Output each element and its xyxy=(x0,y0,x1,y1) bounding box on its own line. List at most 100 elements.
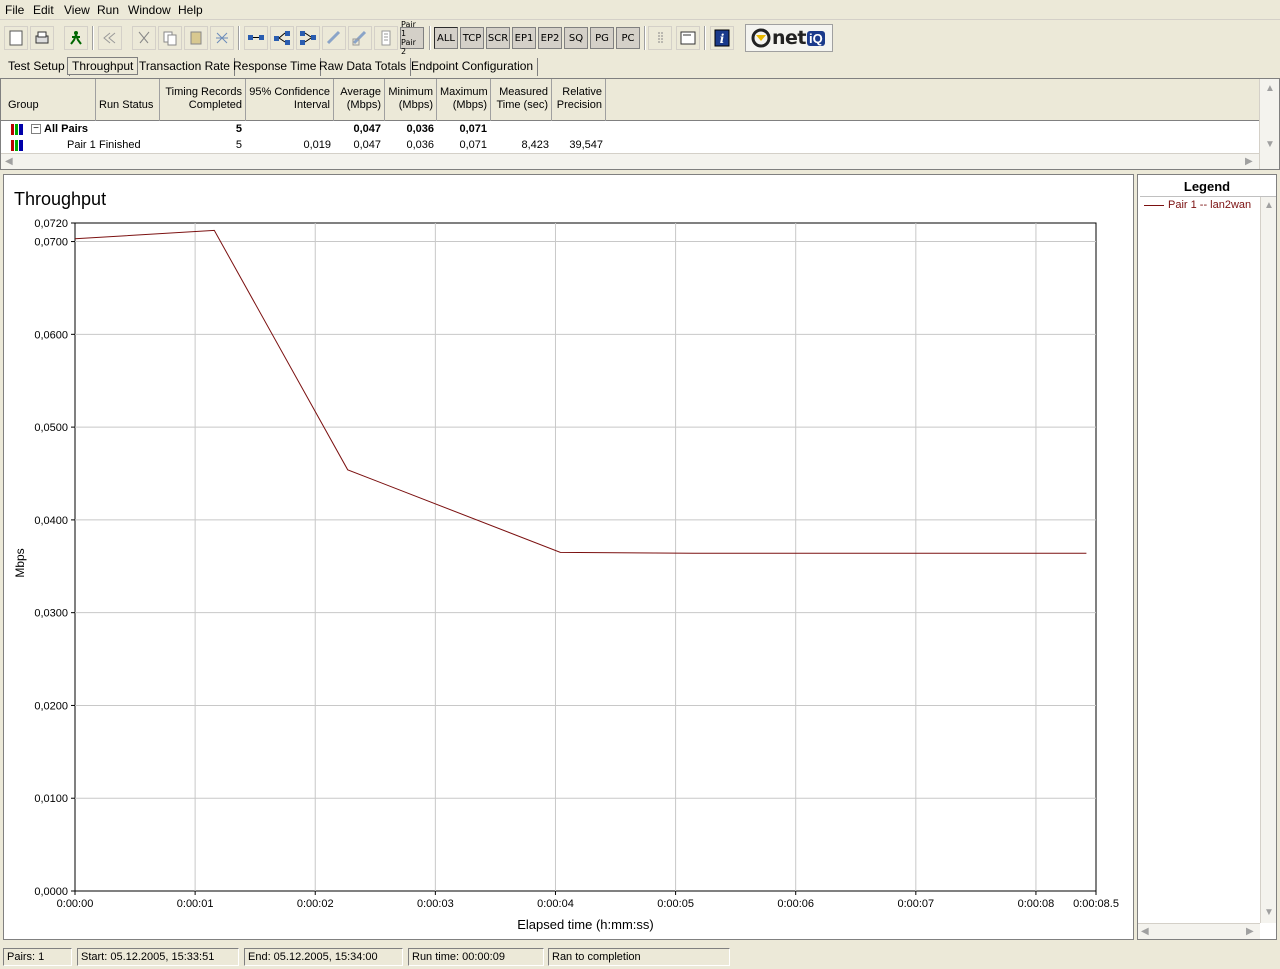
results-table: Group Run Status Timing Records Completed… xyxy=(0,78,1280,170)
col-group[interactable]: Group xyxy=(1,79,96,121)
notes-icon[interactable] xyxy=(676,26,700,50)
filter-pc-button[interactable]: PC xyxy=(616,27,640,49)
table-horizontal-scrollbar[interactable]: ◀ ▶ xyxy=(1,153,1259,169)
pair-icon xyxy=(11,140,23,151)
status-pairs: Pairs: 1 xyxy=(3,948,72,966)
scroll-down-icon[interactable]: ▼ xyxy=(1264,907,1274,918)
y-tick-label: 0,0500 xyxy=(34,422,68,434)
x-tick-label: 0:00:00 xyxy=(57,898,94,910)
filter-all-button[interactable]: ALL xyxy=(434,27,458,49)
row-status: Finished xyxy=(99,139,141,151)
status-result: Ran to completion xyxy=(548,948,730,966)
filter-sq-button[interactable]: SQ xyxy=(564,27,588,49)
paste-icon[interactable] xyxy=(184,26,208,50)
x-tick-label: 0:00:08 xyxy=(1018,898,1055,910)
table-vertical-scrollbar[interactable]: ▲ ▼ xyxy=(1259,79,1279,169)
pair-button-line2: Pair 2 xyxy=(401,38,416,56)
x-tick-label: 0:00:01 xyxy=(177,898,214,910)
menu-help[interactable]: Help xyxy=(178,3,203,17)
row-group: Pair 1 xyxy=(67,139,96,151)
add-pair-icon[interactable] xyxy=(244,26,268,50)
menu-run[interactable]: Run xyxy=(97,3,119,17)
print-icon[interactable] xyxy=(30,26,54,50)
legend-vertical-scrollbar[interactable]: ▲ ▼ xyxy=(1260,197,1276,923)
rewind-icon[interactable] xyxy=(98,26,122,50)
row-minimum: 0,036 xyxy=(406,123,434,135)
scroll-up-icon[interactable]: ▲ xyxy=(1265,83,1275,94)
x-tick-label: 0:00:07 xyxy=(897,898,934,910)
tab-transaction-rate[interactable]: Transaction Rate xyxy=(135,58,235,76)
scroll-right-icon[interactable]: ▶ xyxy=(1246,926,1254,937)
add-group-icon[interactable] xyxy=(296,26,320,50)
sort-icon[interactable] xyxy=(648,26,672,50)
menu-bar: File Edit View Run Window Help xyxy=(0,0,1280,20)
legend-item[interactable]: Pair 1 -- lan2wan xyxy=(1144,199,1251,211)
status-start: Start: 05.12.2005, 15:33:51 xyxy=(77,948,239,966)
filter-scr-button[interactable]: SCR xyxy=(486,27,510,49)
tab-raw-data-totals[interactable]: Raw Data Totals xyxy=(315,58,412,76)
script-icon[interactable] xyxy=(374,26,398,50)
row-maximum: 0,071 xyxy=(459,139,487,151)
menu-file[interactable]: File xyxy=(5,3,24,17)
y-tick-label: 0,0600 xyxy=(34,329,68,341)
col-minimum[interactable]: Minimum (Mbps) xyxy=(385,79,437,121)
menu-edit[interactable]: Edit xyxy=(33,3,54,17)
chart-panel: Throughput 0:00:00 0:00:01 0:00:02 0:00:03 0… xyxy=(3,174,1134,940)
x-tick-label: 0:00:06 xyxy=(777,898,814,910)
group-icon xyxy=(11,124,23,135)
x-axis-label: Elapsed time (h:mm:ss) xyxy=(517,917,654,932)
col-measured-time[interactable]: Measured Time (sec) xyxy=(491,79,552,121)
legend-panel: Legend Pair 1 -- lan2wan ▲ ▼ ◀ ▶ xyxy=(1137,174,1277,940)
y-tick-label: 0,0100 xyxy=(34,793,68,805)
col-average[interactable]: Average (Mbps) xyxy=(334,79,385,121)
col-timing-records[interactable]: Timing Records Completed xyxy=(160,79,246,121)
col-confidence-interval[interactable]: 95% Confidence Interval xyxy=(246,79,334,121)
col-relative-precision[interactable]: Relative Precision xyxy=(552,79,606,121)
scroll-down-icon[interactable]: ▼ xyxy=(1265,139,1275,150)
table-row[interactable]: − All Pairs 5 0,047 0,036 0,071 xyxy=(1,122,1259,138)
edit-pair-icon[interactable] xyxy=(322,26,346,50)
throughput-chart: 0:00:00 0:00:01 0:00:02 0:00:03 0:00:04 0:00:… xyxy=(13,218,1119,932)
cut-icon[interactable] xyxy=(132,26,156,50)
x-tick-label: 0:00:08.5 xyxy=(1073,898,1119,910)
status-bar: Pairs: 1 Start: 05.12.2005, 15:33:51 End… xyxy=(0,945,1280,969)
filter-pg-button[interactable]: PG xyxy=(590,27,614,49)
edit-script-icon[interactable] xyxy=(348,26,372,50)
filter-tcp-button[interactable]: TCP xyxy=(460,27,484,49)
row-average: 0,047 xyxy=(353,139,381,151)
scroll-left-icon[interactable]: ◀ xyxy=(1141,926,1149,937)
scroll-up-icon[interactable]: ▲ xyxy=(1264,200,1274,211)
menu-window[interactable]: Window xyxy=(128,3,171,17)
collapse-icon[interactable]: − xyxy=(31,124,41,134)
table-row[interactable]: Pair 1 Finished 5 0,019 0,047 0,036 0,07… xyxy=(1,138,1259,154)
delete-pair-icon[interactable] xyxy=(210,26,234,50)
netiq-logo: net iQ xyxy=(745,24,833,52)
x-tick-label: 0:00:05 xyxy=(657,898,694,910)
scroll-right-icon[interactable]: ▶ xyxy=(1245,156,1253,167)
tab-test-setup[interactable]: Test Setup xyxy=(4,58,70,76)
y-tick-label: 0,0200 xyxy=(34,700,68,712)
x-tick-label: 0:00:03 xyxy=(417,898,454,910)
pair-pair-button[interactable]: Pair 1 Pair 2 xyxy=(400,20,424,56)
legend-horizontal-scrollbar[interactable]: ◀ ▶ xyxy=(1138,923,1260,939)
tab-endpoint-configuration[interactable]: Endpoint Configuration xyxy=(407,58,539,76)
y-axis-label: Mbps xyxy=(13,548,27,577)
col-maximum[interactable]: Maximum (Mbps) xyxy=(437,79,491,121)
tab-throughput[interactable]: Throughput xyxy=(67,57,139,75)
x-tick-label: 0:00:02 xyxy=(297,898,334,910)
filter-ep2-button[interactable]: EP2 xyxy=(538,27,562,49)
tab-response-time[interactable]: Response Time xyxy=(229,58,322,76)
add-multicast-icon[interactable] xyxy=(270,26,294,50)
tab-strip: Test Setup Throughput Transaction Rate R… xyxy=(0,57,1280,76)
copy-icon[interactable] xyxy=(158,26,182,50)
run-icon[interactable] xyxy=(64,26,88,50)
row-records: 5 xyxy=(235,139,242,151)
filter-ep1-button[interactable]: EP1 xyxy=(512,27,536,49)
legend-label: Pair 1 -- lan2wan xyxy=(1168,199,1252,211)
col-run-status[interactable]: Run Status xyxy=(96,79,160,121)
info-icon[interactable]: i xyxy=(710,26,734,50)
scroll-left-icon[interactable]: ◀ xyxy=(5,156,13,167)
new-file-icon[interactable] xyxy=(4,26,28,50)
menu-view[interactable]: View xyxy=(64,3,90,17)
row-maximum: 0,071 xyxy=(459,123,487,135)
